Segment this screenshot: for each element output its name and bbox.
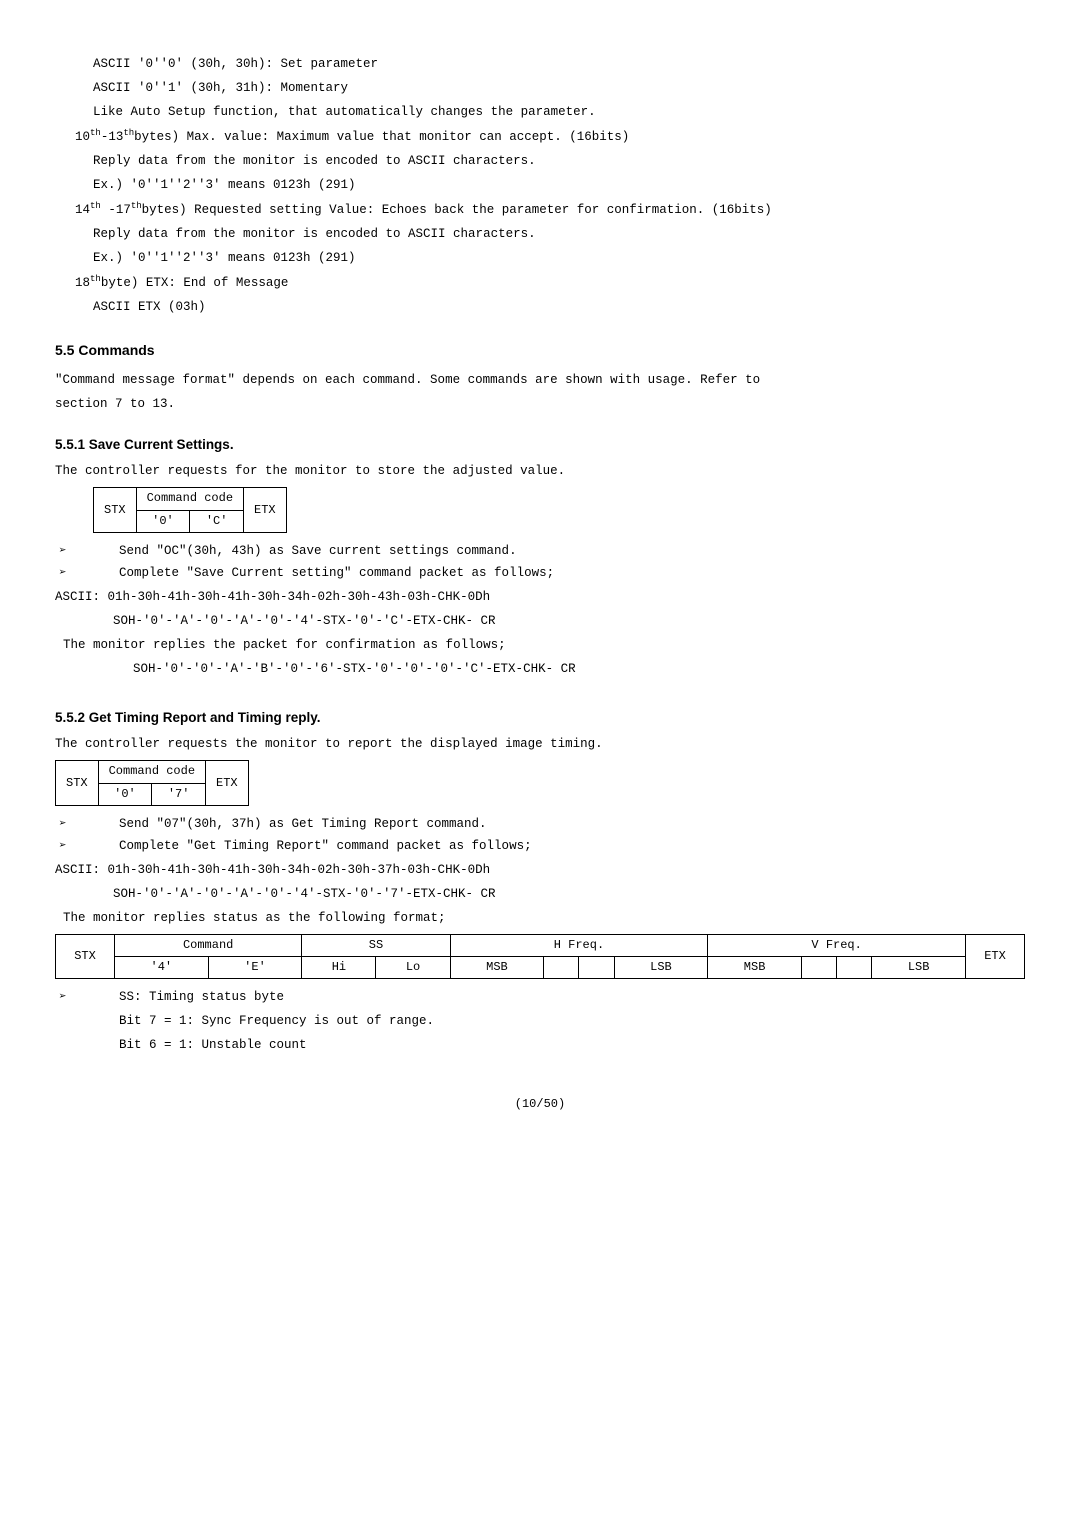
cell-blank bbox=[544, 956, 579, 978]
bullet-text: Complete "Save Current setting" command … bbox=[119, 563, 554, 583]
timing-reply-table: STX Command SS H Freq. V Freq. ETX '4' '… bbox=[55, 934, 1025, 979]
cell-blank bbox=[801, 956, 836, 978]
cell-etx: ETX bbox=[244, 488, 287, 532]
bit7-line: Bit 7 = 1: Sync Frequency is out of rang… bbox=[119, 1011, 1025, 1031]
cell-blank bbox=[837, 956, 872, 978]
bullet-send-07: ➢ Send "07"(30h, 37h) as Get Timing Repo… bbox=[59, 814, 1025, 834]
bytes-14-17: 14th -17thbytes) Requested setting Value… bbox=[75, 199, 1025, 220]
bullet-text: Send "07"(30h, 37h) as Get Timing Report… bbox=[119, 814, 487, 834]
ascii-etx: ASCII ETX (03h) bbox=[93, 297, 1025, 317]
sec551-replies: The monitor replies the packet for confi… bbox=[63, 635, 1025, 655]
cell-command-code: Command code bbox=[98, 761, 205, 783]
bullet-complete-save: ➢ Complete "Save Current setting" comman… bbox=[59, 563, 1025, 583]
bullet-complete-get-timing: ➢ Complete "Get Timing Report" command p… bbox=[59, 836, 1025, 856]
auto-setup-note: Like Auto Setup function, that automatic… bbox=[93, 102, 1025, 122]
command-table-551: STX Command code ETX '0' 'C' bbox=[93, 487, 287, 532]
sec552-replies: The monitor replies status as the follow… bbox=[63, 908, 1025, 928]
cell-stx: STX bbox=[56, 934, 115, 978]
arrow-icon: ➢ bbox=[59, 541, 119, 561]
reply-encoded-1: Reply data from the monitor is encoded t… bbox=[93, 151, 1025, 171]
bullet-text: Complete "Get Timing Report" command pac… bbox=[119, 836, 532, 856]
cell-ss: SS bbox=[302, 934, 450, 956]
cell-0: '0' bbox=[98, 783, 152, 805]
sec551-soh1: SOH-'0'-'A'-'0'-'A'-'0'-'4'-STX-'0'-'C'-… bbox=[113, 611, 1025, 631]
sec55-p1: "Command message format" depends on each… bbox=[55, 370, 1025, 390]
cell-4: '4' bbox=[115, 956, 209, 978]
byte-18: 18thbyte) ETX: End of Message bbox=[75, 272, 1025, 293]
ascii-momentary: ASCII '0''1' (30h, 31h): Momentary bbox=[93, 78, 1025, 98]
arrow-icon: ➢ bbox=[59, 814, 119, 834]
example-1: Ex.) '0''1''2''3' means 0123h (291) bbox=[93, 175, 1025, 195]
cell-c: 'C' bbox=[190, 510, 244, 532]
page-number: (10/50) bbox=[55, 1095, 1025, 1114]
bytes-10-13: 10th-13thbytes) Max. value: Maximum valu… bbox=[75, 126, 1025, 147]
cell-hi: Hi bbox=[302, 956, 376, 978]
sec551-soh2: SOH-'0'-'0'-'A'-'B'-'0'-'6'-STX-'0'-'0'-… bbox=[133, 659, 1025, 679]
cell-e: 'E' bbox=[208, 956, 302, 978]
cell-lo: Lo bbox=[376, 956, 450, 978]
cell-stx: STX bbox=[56, 761, 99, 805]
arrow-icon: ➢ bbox=[59, 987, 119, 1007]
cell-command: Command bbox=[115, 934, 302, 956]
bullet-send-oc: ➢ Send "OC"(30h, 43h) as Save current se… bbox=[59, 541, 1025, 561]
cell-etx: ETX bbox=[206, 761, 249, 805]
sec551-intro: The controller requests for the monitor … bbox=[55, 461, 1025, 481]
cell-0: '0' bbox=[136, 510, 190, 532]
heading-5-5: 5.5 Commands bbox=[55, 339, 1025, 361]
reply-encoded-2: Reply data from the monitor is encoded t… bbox=[93, 224, 1025, 244]
cell-lsb: LSB bbox=[614, 956, 708, 978]
cell-lsb: LSB bbox=[872, 956, 966, 978]
sec552-soh1: SOH-'0'-'A'-'0'-'A'-'0'-'4'-STX-'0'-'7'-… bbox=[113, 884, 1025, 904]
bullet-ss: ➢ SS: Timing status byte bbox=[59, 987, 1025, 1007]
sec55-p2: section 7 to 13. bbox=[55, 394, 1025, 414]
command-table-552: STX Command code ETX '0' '7' bbox=[55, 760, 249, 805]
arrow-icon: ➢ bbox=[59, 563, 119, 583]
cell-7: '7' bbox=[152, 783, 206, 805]
bullet-text: Send "OC"(30h, 43h) as Save current sett… bbox=[119, 541, 517, 561]
cell-vfreq: V Freq. bbox=[708, 934, 966, 956]
cell-etx: ETX bbox=[966, 934, 1025, 978]
bullet-text: SS: Timing status byte bbox=[119, 987, 284, 1007]
sec552-ascii: ASCII: 01h-30h-41h-30h-41h-30h-34h-02h-3… bbox=[55, 860, 1025, 880]
cell-blank bbox=[579, 956, 614, 978]
heading-5-5-1: 5.5.1 Save Current Settings. bbox=[55, 434, 1025, 456]
sec552-intro: The controller requests the monitor to r… bbox=[55, 734, 1025, 754]
cell-msb: MSB bbox=[708, 956, 802, 978]
cell-msb: MSB bbox=[450, 956, 544, 978]
example-2: Ex.) '0''1''2''3' means 0123h (291) bbox=[93, 248, 1025, 268]
cell-hfreq: H Freq. bbox=[450, 934, 708, 956]
cell-command-code: Command code bbox=[136, 488, 243, 510]
heading-5-5-2: 5.5.2 Get Timing Report and Timing reply… bbox=[55, 707, 1025, 729]
ascii-set-parameter: ASCII '0''0' (30h, 30h): Set parameter bbox=[93, 54, 1025, 74]
sec551-ascii: ASCII: 01h-30h-41h-30h-41h-30h-34h-02h-3… bbox=[55, 587, 1025, 607]
cell-stx: STX bbox=[94, 488, 137, 532]
arrow-icon: ➢ bbox=[59, 836, 119, 856]
bit6-line: Bit 6 = 1: Unstable count bbox=[119, 1035, 1025, 1055]
